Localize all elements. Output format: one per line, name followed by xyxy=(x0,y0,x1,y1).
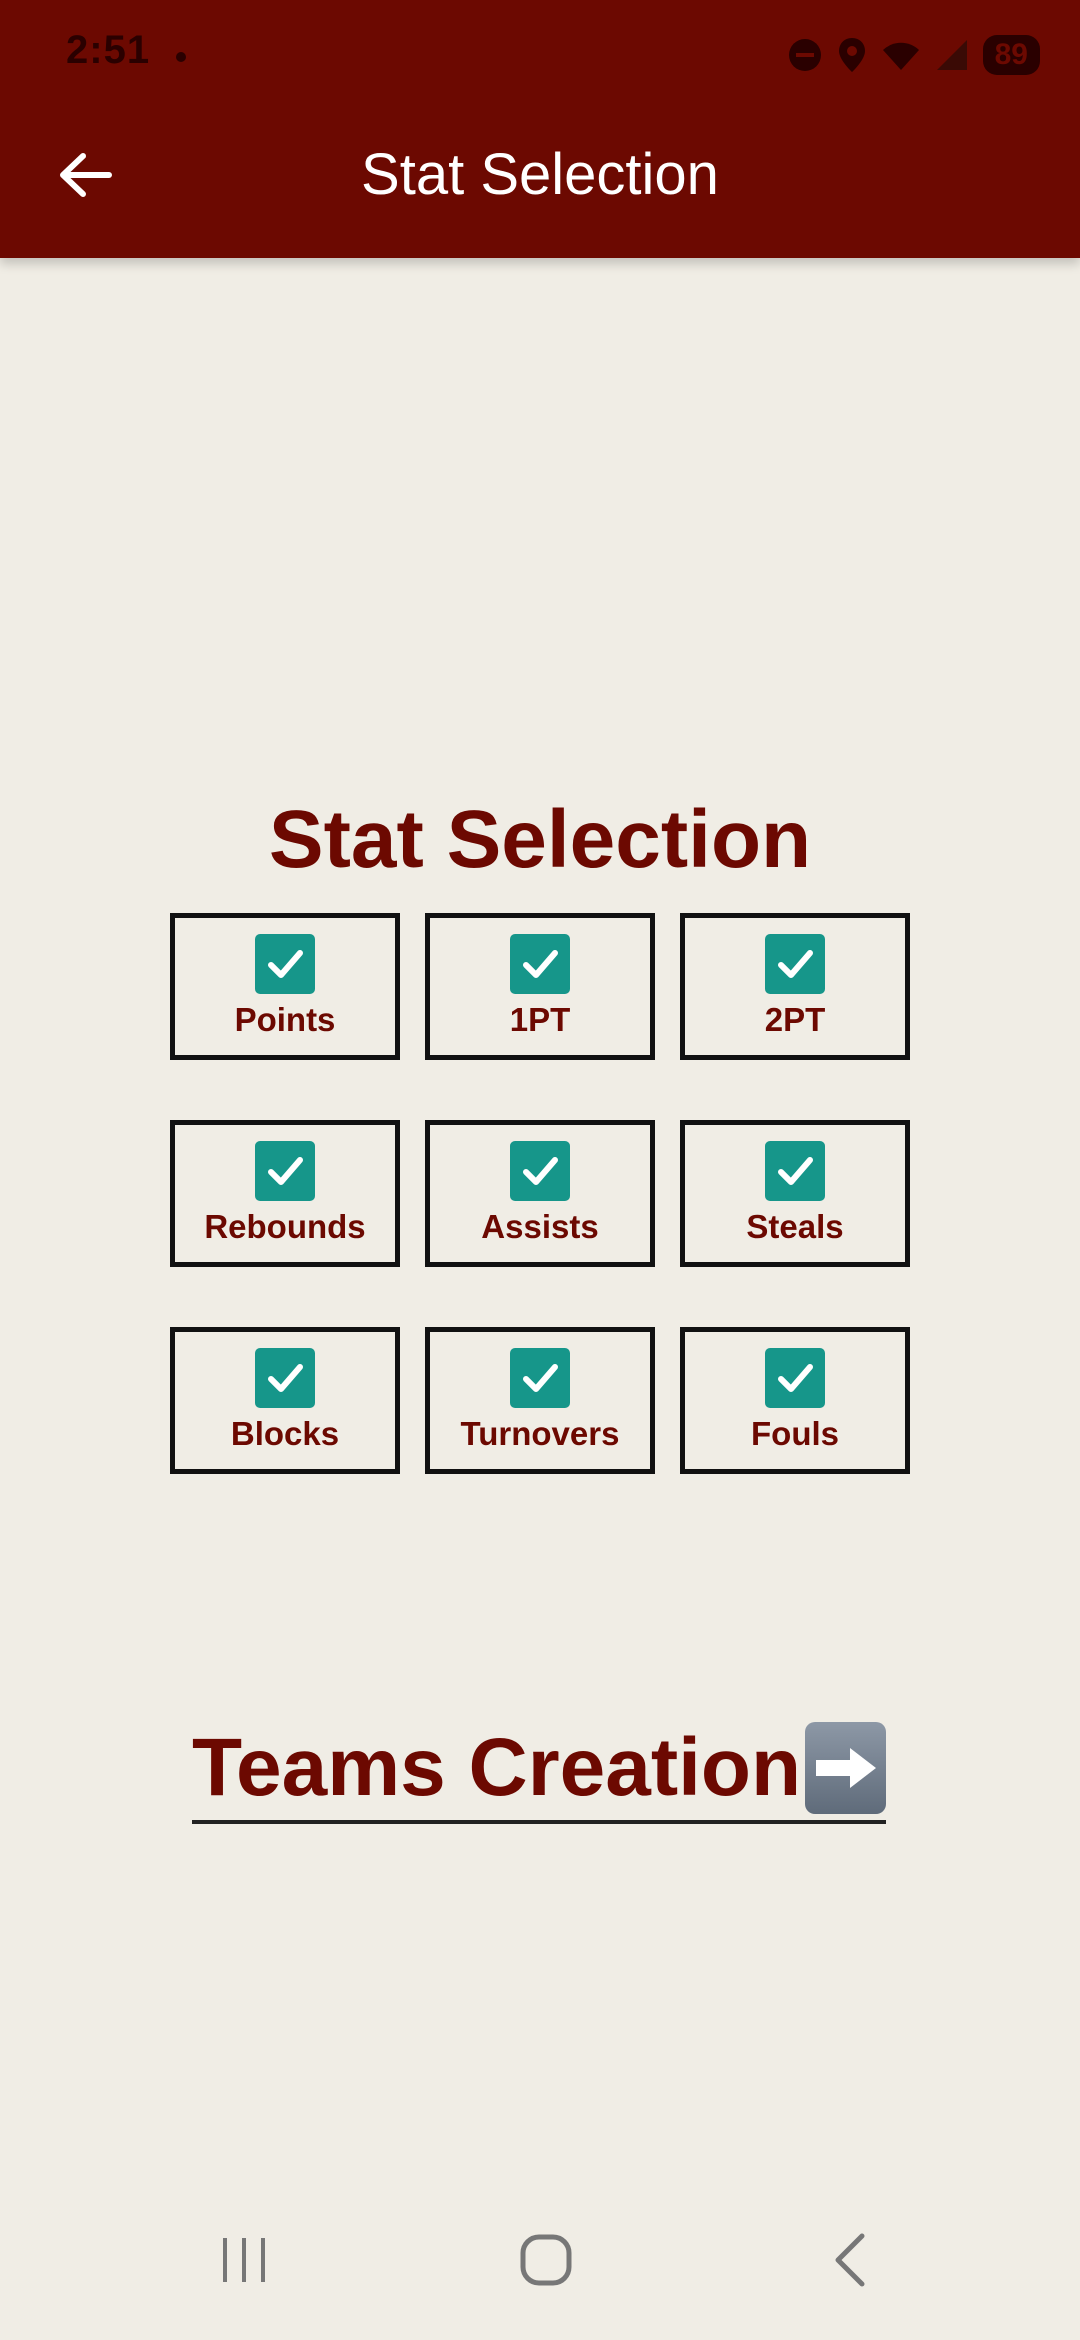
stat-option-fouls[interactable]: Fouls xyxy=(680,1327,910,1474)
checkmark-icon xyxy=(778,1157,813,1185)
stat-label: Steals xyxy=(746,1208,844,1245)
stat-label: Fouls xyxy=(751,1415,839,1452)
stat-option-assists[interactable]: Assists xyxy=(425,1120,655,1267)
wifi-icon xyxy=(881,38,921,72)
checkbox[interactable] xyxy=(510,1141,570,1201)
checkmark-icon xyxy=(778,950,813,978)
page-heading: Stat Selection xyxy=(268,794,812,885)
checkmark-icon xyxy=(523,950,558,978)
stat-label: Assists xyxy=(481,1208,599,1245)
checkbox[interactable] xyxy=(765,934,825,994)
checkmark-icon xyxy=(268,950,303,978)
stat-option-steals[interactable]: Steals xyxy=(680,1120,910,1267)
teams-creation-label: Teams Creation xyxy=(192,1722,802,1813)
location-icon xyxy=(837,36,867,74)
app-bar-title: Stat Selection xyxy=(361,142,719,207)
system-nav-bar xyxy=(0,2190,1080,2340)
recents-button[interactable] xyxy=(194,2220,294,2300)
recents-icon xyxy=(223,2238,265,2282)
teams-creation-link[interactable]: Teams Creation xyxy=(192,1716,886,1824)
system-back-button[interactable] xyxy=(800,2220,900,2300)
stat-label: Turnovers xyxy=(460,1415,620,1452)
home-button[interactable] xyxy=(496,2220,596,2300)
stat-label: Blocks xyxy=(230,1415,340,1452)
stat-option-2pt[interactable]: 2PT xyxy=(680,913,910,1060)
battery-indicator: 89 xyxy=(982,35,1040,75)
checkmark-icon xyxy=(523,1364,558,1392)
back-chevron-icon xyxy=(835,2233,865,2287)
checkbox[interactable] xyxy=(255,1141,315,1201)
home-icon xyxy=(520,2234,572,2286)
notification-dot-icon xyxy=(176,52,186,62)
checkbox[interactable] xyxy=(510,934,570,994)
checkbox[interactable] xyxy=(255,934,315,994)
checkbox[interactable] xyxy=(765,1141,825,1201)
stat-label: 1PT xyxy=(509,1001,571,1038)
checkbox[interactable] xyxy=(510,1348,570,1408)
checkmark-icon xyxy=(523,1157,558,1185)
checkmark-icon xyxy=(268,1157,303,1185)
stat-grid: Points 1PT 2PT Rebounds Assists Steals B… xyxy=(170,913,910,1474)
status-icons: 89 xyxy=(787,30,1040,80)
stat-option-points[interactable]: Points xyxy=(170,913,400,1060)
right-arrow-emoji-icon xyxy=(805,1722,886,1814)
signal-icon xyxy=(935,38,969,72)
checkmark-icon xyxy=(778,1364,813,1392)
checkmark-icon xyxy=(268,1364,303,1392)
checkbox[interactable] xyxy=(765,1348,825,1408)
checkbox[interactable] xyxy=(255,1348,315,1408)
stat-option-rebounds[interactable]: Rebounds xyxy=(170,1120,400,1267)
stat-label: Rebounds xyxy=(204,1208,366,1245)
app-bar: 2:51 89 Stat Selection xyxy=(0,0,1080,258)
stat-label: Points xyxy=(234,1001,336,1038)
status-time: 2:51 xyxy=(66,28,151,72)
stat-option-turnovers[interactable]: Turnovers xyxy=(425,1327,655,1474)
stat-label: 2PT xyxy=(764,1001,826,1038)
do-not-disturb-icon xyxy=(787,37,823,73)
stat-option-1pt[interactable]: 1PT xyxy=(425,913,655,1060)
stat-option-blocks[interactable]: Blocks xyxy=(170,1327,400,1474)
